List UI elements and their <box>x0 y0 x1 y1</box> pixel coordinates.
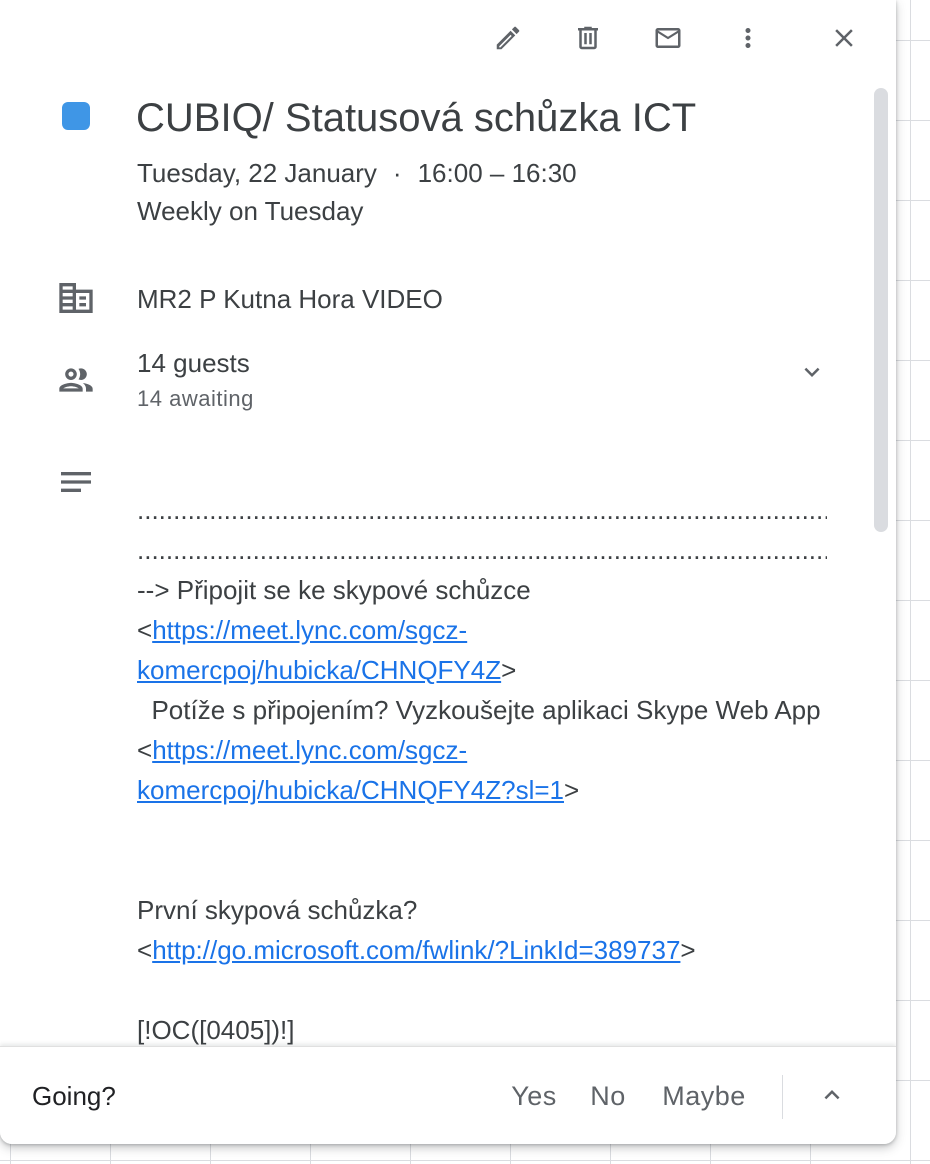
email-guests-button[interactable] <box>644 14 692 62</box>
join-meeting-link-line: <https://meet.lync.com/sgcz-komercpoj/hu… <box>137 615 517 685</box>
event-date-time: Tuesday, 22 January · 16:00 – 16:30 <box>137 156 577 190</box>
rsvp-footer: Going? Yes No Maybe <box>0 1046 896 1144</box>
meeting-code: [!OC([0405])!] <box>137 1015 295 1045</box>
description-dots-line: ........................................… <box>137 495 827 525</box>
date-time-separator: · <box>392 158 402 188</box>
event-date: Tuesday, 22 January <box>137 158 377 188</box>
web-app-link[interactable]: https://meet.lync.com/sgcz-komercpoj/hub… <box>137 735 564 805</box>
room-row-icon <box>56 278 96 318</box>
collapse-footer-button[interactable] <box>810 1073 854 1117</box>
join-meeting-text: --> Připojit se ke skypové schůzce <box>137 575 531 605</box>
rsvp-maybe-button[interactable]: Maybe <box>652 1071 756 1121</box>
scrollbar-thumb[interactable] <box>874 88 888 532</box>
web-app-text: Potíže s připojením? Vyzkoušejte aplikac… <box>137 695 821 725</box>
close-button[interactable] <box>820 14 868 62</box>
event-time: 16:00 – 16:30 <box>417 158 577 188</box>
going-label: Going? <box>32 1081 116 1111</box>
expand-guests-button[interactable] <box>790 350 834 394</box>
notes-icon <box>61 472 91 492</box>
event-recurrence: Weekly on Tuesday <box>137 196 364 226</box>
mail-icon <box>655 28 681 48</box>
first-meeting-link-line: <http://go.microsoft.com/fwlink/?LinkId=… <box>137 935 696 965</box>
guest-count: 14 guests <box>137 348 250 378</box>
description-dots-line: ........................................… <box>137 535 827 565</box>
description-row-icon <box>56 462 96 502</box>
more-options-button[interactable] <box>724 14 772 62</box>
event-description: ........................................… <box>137 490 837 1046</box>
rsvp-no-button[interactable]: No <box>582 1071 634 1121</box>
event-toolbar <box>0 14 896 64</box>
footer-divider <box>782 1075 783 1119</box>
join-meeting-link[interactable]: https://meet.lync.com/sgcz-komercpoj/hub… <box>137 615 501 685</box>
guest-response-status: 14 awaiting <box>137 386 254 411</box>
close-icon <box>835 29 853 47</box>
chevron-down-icon <box>804 367 820 377</box>
people-icon <box>59 368 93 392</box>
building-icon <box>59 283 93 313</box>
first-meeting-link[interactable]: http://go.microsoft.com/fwlink/?LinkId=3… <box>152 935 680 965</box>
web-app-line: Potíže s připojením? Vyzkoušejte aplikac… <box>137 695 821 805</box>
event-location: MR2 P Kutna Hora VIDEO <box>137 284 443 314</box>
trash-icon <box>578 26 598 50</box>
event-title: CUBIQ/ Statusová schůzka ICT <box>136 96 697 140</box>
guests-row-icon <box>56 360 96 400</box>
pencil-icon <box>496 26 520 50</box>
chevron-up-icon <box>824 1090 840 1100</box>
more-vert-icon <box>745 28 751 48</box>
event-details-scroll-area[interactable]: CUBIQ/ Statusová schůzka ICT Tuesday, 22… <box>0 64 896 1046</box>
rsvp-yes-button[interactable]: Yes <box>504 1071 564 1121</box>
event-detail-card: CUBIQ/ Statusová schůzka ICT Tuesday, 22… <box>0 0 896 1144</box>
edit-event-button[interactable] <box>484 14 532 62</box>
delete-event-button[interactable] <box>564 14 612 62</box>
calendar-color-swatch <box>62 102 90 130</box>
first-meeting-text: První skypová schůzka? <box>137 895 418 925</box>
